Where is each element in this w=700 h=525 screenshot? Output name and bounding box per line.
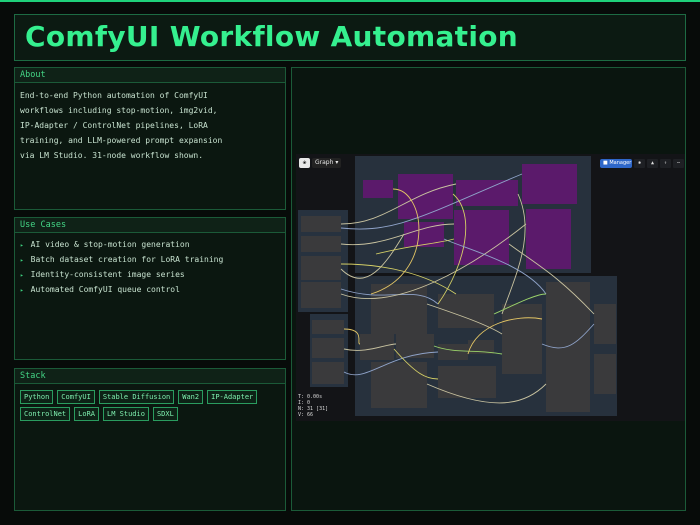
use-case-label: Batch dataset creation for LoRA training (30, 255, 224, 264)
top-accent-line (0, 0, 700, 2)
bullet-icon: ▸ (20, 242, 24, 249)
use-case-label: Automated ComfyUI queue control (30, 285, 180, 294)
graph-node (594, 354, 616, 394)
stack-tag: ComfyUI (57, 390, 95, 404)
stack-tag: Stable Diffusion (98, 390, 175, 404)
about-line: training, and LLM-powered prompt expansi… (20, 136, 223, 145)
prompt-node (454, 210, 509, 265)
graph-node (438, 344, 468, 360)
prompt-node (363, 180, 393, 198)
graph-node (312, 320, 344, 334)
graph-node (360, 334, 394, 360)
graph-node (546, 352, 590, 412)
stack-tags: Python ComfyUI Stable Diffusion Wan2 IP-… (15, 384, 275, 424)
list-item: ▸ Batch dataset creation for LoRA trainin… (20, 253, 285, 268)
use-case-label: Identity-consistent image series (30, 270, 185, 279)
workflow-screenshot: ❀ Graph ▾ ■ Manager ✱ ▲ ⇪ ⋯ T: 0.00s I: … (296, 154, 685, 421)
bullet-icon: ▸ (20, 287, 24, 294)
about-text: End-to-end Python automation of ComfyUI … (15, 83, 285, 163)
prompt-node (456, 180, 518, 206)
about-heading: About (15, 68, 285, 83)
graph-node (371, 284, 427, 334)
stack-tag: Wan2 (178, 390, 204, 404)
list-item: ▸ Automated ComfyUI queue control (20, 283, 285, 298)
about-line: IP-Adapter / ControlNet pipelines, LoRA (20, 121, 208, 130)
graph-node (502, 304, 542, 374)
graph-node (301, 216, 341, 232)
about-line: workflows including stop-motion, img2vid… (20, 106, 218, 115)
use-cases-panel: Use Cases ▸ AI video & stop-motion genera… (14, 217, 286, 360)
bullet-icon: ▸ (20, 272, 24, 279)
stack-tag: LoRA (74, 407, 100, 421)
stack-tag: ControlNet (20, 407, 71, 421)
stat-line: V: 66 (298, 412, 314, 418)
header: ComfyUI Workflow Automation (14, 14, 686, 61)
graph-node (301, 256, 341, 280)
page-title: ComfyUI Workflow Automation (25, 20, 519, 53)
use-case-label: AI video & stop-motion generation (30, 240, 190, 249)
queue-stats: T: 0.00s I: 0 N: 31 [31] V: 66 (298, 394, 328, 418)
about-line: via LM Studio. 31-node workflow shown. (20, 151, 204, 160)
stack-tag: IP-Adapter (207, 390, 258, 404)
graph-node (594, 304, 616, 344)
stack-heading: Stack (15, 369, 285, 384)
graph-node (438, 366, 496, 398)
use-cases-heading: Use Cases (15, 218, 285, 233)
about-panel: About End-to-end Python automation of Co… (14, 67, 286, 210)
graph-node (312, 362, 344, 384)
prompt-node (398, 174, 453, 219)
graph-node (301, 236, 341, 252)
stack-tag: LM Studio (103, 407, 149, 421)
graph-node (301, 282, 341, 308)
prompt-node (522, 164, 577, 204)
list-item: ▸ AI video & stop-motion generation (20, 238, 285, 253)
stack-panel: Stack Python ComfyUI Stable Diffusion Wa… (14, 368, 286, 511)
bullet-icon: ▸ (20, 257, 24, 264)
node-graph (298, 156, 617, 416)
stack-tag: Python (20, 390, 54, 404)
graph-node (312, 338, 344, 358)
prompt-node (526, 209, 571, 269)
graph-node (396, 334, 434, 358)
about-line: End-to-end Python automation of ComfyUI (20, 91, 208, 100)
list-item: ▸ Identity-consistent image series (20, 268, 285, 283)
graph-node (371, 362, 427, 408)
use-cases-list: ▸ AI video & stop-motion generation ▸ Batc… (15, 233, 285, 298)
stack-tag: SDXL (152, 407, 178, 421)
